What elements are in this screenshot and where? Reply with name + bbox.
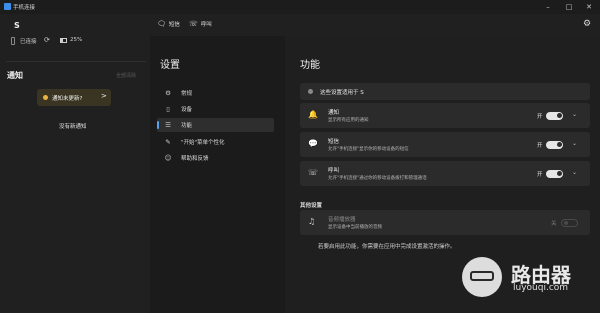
- tab-calls[interactable]: ☏ 呼叫: [189, 18, 212, 30]
- apply-banner: 这些设置适用于 S: [300, 83, 590, 100]
- tab-label: 呼叫: [200, 22, 212, 28]
- feature-desc: 允许"手机连接"显示你的移动设备的短信: [328, 147, 409, 152]
- apply-text: 这些设置适用于 S: [320, 89, 364, 96]
- title-bar: [0, 0, 600, 14]
- calls-toggle[interactable]: [546, 169, 563, 178]
- chevron-down-icon[interactable]: ⌄: [572, 111, 577, 118]
- chevron-right-icon: >: [101, 92, 107, 100]
- chevron-down-icon[interactable]: ⌄: [572, 169, 577, 176]
- nav-item-label: "开始"菜单个性化: [181, 140, 225, 146]
- toggle-state: 开: [537, 172, 543, 178]
- clear-all-link[interactable]: 全部清除: [116, 72, 136, 79]
- nav-item-features[interactable]: ☰ 功能: [157, 118, 274, 132]
- sync-icon[interactable]: ⟳: [44, 36, 50, 44]
- warning-dot-icon: [43, 95, 48, 100]
- info-dot-icon: [308, 89, 313, 94]
- tab-bar: [150, 14, 600, 36]
- nav-item-label: 帮助和反馈: [181, 156, 209, 162]
- nav-item-label: 设备: [181, 107, 193, 113]
- device-status-row: 已连接 ⟳ 25%: [6, 36, 146, 49]
- feature-title: 通知: [328, 110, 340, 116]
- watermark-url: luyouqi.com: [513, 283, 569, 293]
- chat-icon: 🗨: [157, 20, 166, 28]
- chevron-down-icon[interactable]: ⌄: [572, 140, 577, 147]
- toggle-state: 开: [537, 114, 543, 120]
- phone-icon: ☏: [308, 168, 319, 177]
- feature-title: 呼叫: [328, 168, 340, 174]
- router-icon: [470, 271, 494, 281]
- nav-item-help[interactable]: ☺ 帮助和反馈: [157, 151, 274, 165]
- battery-icon: [60, 38, 67, 43]
- settings-title: 设置: [160, 60, 180, 71]
- features-title: 功能: [300, 60, 320, 71]
- messages-toggle[interactable]: [546, 140, 563, 149]
- feature-title: 音频播放器: [328, 217, 356, 223]
- nav-item-label: 功能: [181, 123, 193, 129]
- app-logo-icon: [4, 3, 11, 10]
- divider: [6, 61, 146, 62]
- phone-icon: ▯: [166, 105, 170, 113]
- toggle-state: 开: [537, 143, 543, 149]
- active-indicator: [157, 121, 159, 129]
- feature-card-calls[interactable]: ☏ 呼叫 允许"手机连接"通过你的移动设备拨打和管理通话 开 ⌄: [300, 161, 590, 186]
- nav-item-label: 常规: [181, 91, 193, 97]
- notification-sync-prompt[interactable]: 通知未更新? >: [37, 89, 111, 106]
- phone-icon: [11, 37, 15, 45]
- device-pane: [0, 14, 150, 313]
- device-name: S: [14, 21, 20, 30]
- feature-desc: 显示所有应用的通知: [328, 118, 369, 123]
- maximize-button[interactable]: □: [562, 1, 576, 13]
- brush-icon: ✎: [165, 138, 171, 146]
- settings-gear-icon[interactable]: ⚙: [583, 19, 591, 29]
- toggle-state: 关: [551, 221, 557, 227]
- settings-nav-pane: [150, 36, 285, 313]
- feature-desc: 显示设备中当前播放的音频: [328, 225, 382, 230]
- people-icon: ☺: [164, 154, 172, 162]
- music-note-icon: ♫: [308, 217, 316, 226]
- notifications-toggle[interactable]: [546, 111, 563, 120]
- tab-label: 短信: [168, 22, 180, 28]
- gear-icon: ⚙: [165, 89, 171, 97]
- minimize-button[interactable]: –: [541, 1, 555, 13]
- bell-icon: 🔔: [308, 110, 318, 119]
- tab-messages[interactable]: 🗨 短信: [157, 18, 180, 30]
- feature-card-messages[interactable]: 💬 短信 允许"手机连接"显示你的移动设备的短信 开 ⌄: [300, 132, 590, 157]
- feature-title: 短信: [328, 139, 340, 145]
- battery-level: 25%: [70, 37, 83, 43]
- nav-item-device[interactable]: ▯ 设备: [157, 102, 274, 116]
- nav-item-personalize[interactable]: ✎ "开始"菜单个性化: [157, 135, 274, 149]
- feature-desc: 允许"手机连接"通过你的移动设备拨打和管理通话: [328, 176, 427, 181]
- feature-card-audio[interactable]: ♫ 音频播放器 显示设备中当前播放的音频 关: [300, 210, 590, 235]
- activation-note: 若要启用此功能，你需要在应用中完成设置激活的操作。: [318, 244, 456, 250]
- connection-status: 已连接: [20, 39, 37, 45]
- chat-icon: 💬: [308, 139, 318, 148]
- list-icon: ☰: [165, 121, 171, 129]
- phone-icon: ☏: [189, 20, 198, 28]
- nav-item-general[interactable]: ⚙ 常规: [157, 86, 274, 100]
- empty-notifications-text: 没有新通知: [59, 124, 87, 130]
- app-title: 手机连接: [13, 5, 36, 11]
- close-button[interactable]: ✕: [582, 1, 596, 13]
- notifications-title: 通知: [7, 71, 23, 80]
- other-settings-title: 其他设置: [300, 203, 323, 209]
- prompt-text: 通知未更新?: [52, 95, 83, 102]
- feature-card-notifications[interactable]: 🔔 通知 显示所有应用的通知 开 ⌄: [300, 103, 590, 128]
- audio-toggle[interactable]: [561, 218, 578, 227]
